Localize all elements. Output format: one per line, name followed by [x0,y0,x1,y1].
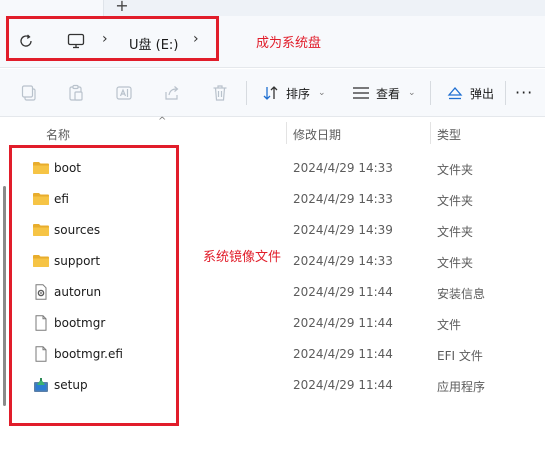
file-type: EFI 文件 [437,349,483,363]
file-type: 文件夹 [437,163,474,177]
toolbar-divider [505,81,506,105]
column-divider[interactable] [286,122,287,144]
view-button[interactable]: 查看 ⌄ [352,82,416,104]
file-type: 应用程序 [437,380,486,394]
file-modified-date: 2024/4/29 11:44 [293,285,393,299]
sort-ascending-icon: ^ [158,116,167,127]
column-divider[interactable] [430,122,431,144]
column-header-name[interactable]: 名称 [46,126,70,143]
eject-icon [447,87,463,100]
rename-icon[interactable] [115,84,133,102]
chevron-down-icon: ⌄ [408,88,416,98]
sort-icon [263,86,278,100]
file-modified-date: 2024/4/29 14:33 [293,254,393,268]
file-modified-date: 2024/4/29 14:33 [293,192,393,206]
chevron-down-icon: ⌄ [318,88,326,98]
file-type: 文件夹 [437,194,474,208]
column-header-type[interactable]: 类型 [437,126,461,143]
tab-strip: + [0,0,545,16]
sort-button-label: 排序 [286,86,311,101]
annotation-files: 系统镜像文件 [203,250,282,265]
toolbar-divider [430,81,431,105]
share-icon[interactable] [163,84,181,102]
file-type: 文件 [437,318,462,332]
annotation-box-address [6,16,219,61]
toolbar-divider [246,81,247,105]
view-button-label: 查看 [376,86,401,101]
file-type: 文件夹 [437,225,474,239]
annotation-box-files [9,145,179,426]
delete-icon[interactable] [211,84,229,102]
eject-button[interactable]: 弹出 [446,82,494,104]
new-tab-button[interactable]: + [112,0,132,15]
annotation-address: 成为系统盘 [256,36,322,51]
copy-icon[interactable] [20,84,38,102]
file-modified-date: 2024/4/29 11:44 [293,378,393,392]
file-type: 文件夹 [437,256,474,270]
paste-icon[interactable] [67,84,85,102]
file-modified-date: 2024/4/29 11:44 [293,316,393,330]
tab-current[interactable] [0,0,104,16]
more-options-button[interactable]: ··· [515,83,533,102]
eject-button-label: 弹出 [470,86,495,101]
file-modified-date: 2024/4/29 14:39 [293,223,393,237]
file-modified-date: 2024/4/29 14:33 [293,161,393,175]
view-icon [353,87,369,99]
sort-button[interactable]: 排序 ⌄ [262,82,326,104]
file-modified-date: 2024/4/29 11:44 [293,347,393,361]
file-type: 安装信息 [437,287,486,301]
column-header-date[interactable]: 修改日期 [293,126,341,143]
command-bar: 排序 ⌄ 查看 ⌄ 弹出 ··· [0,69,545,117]
